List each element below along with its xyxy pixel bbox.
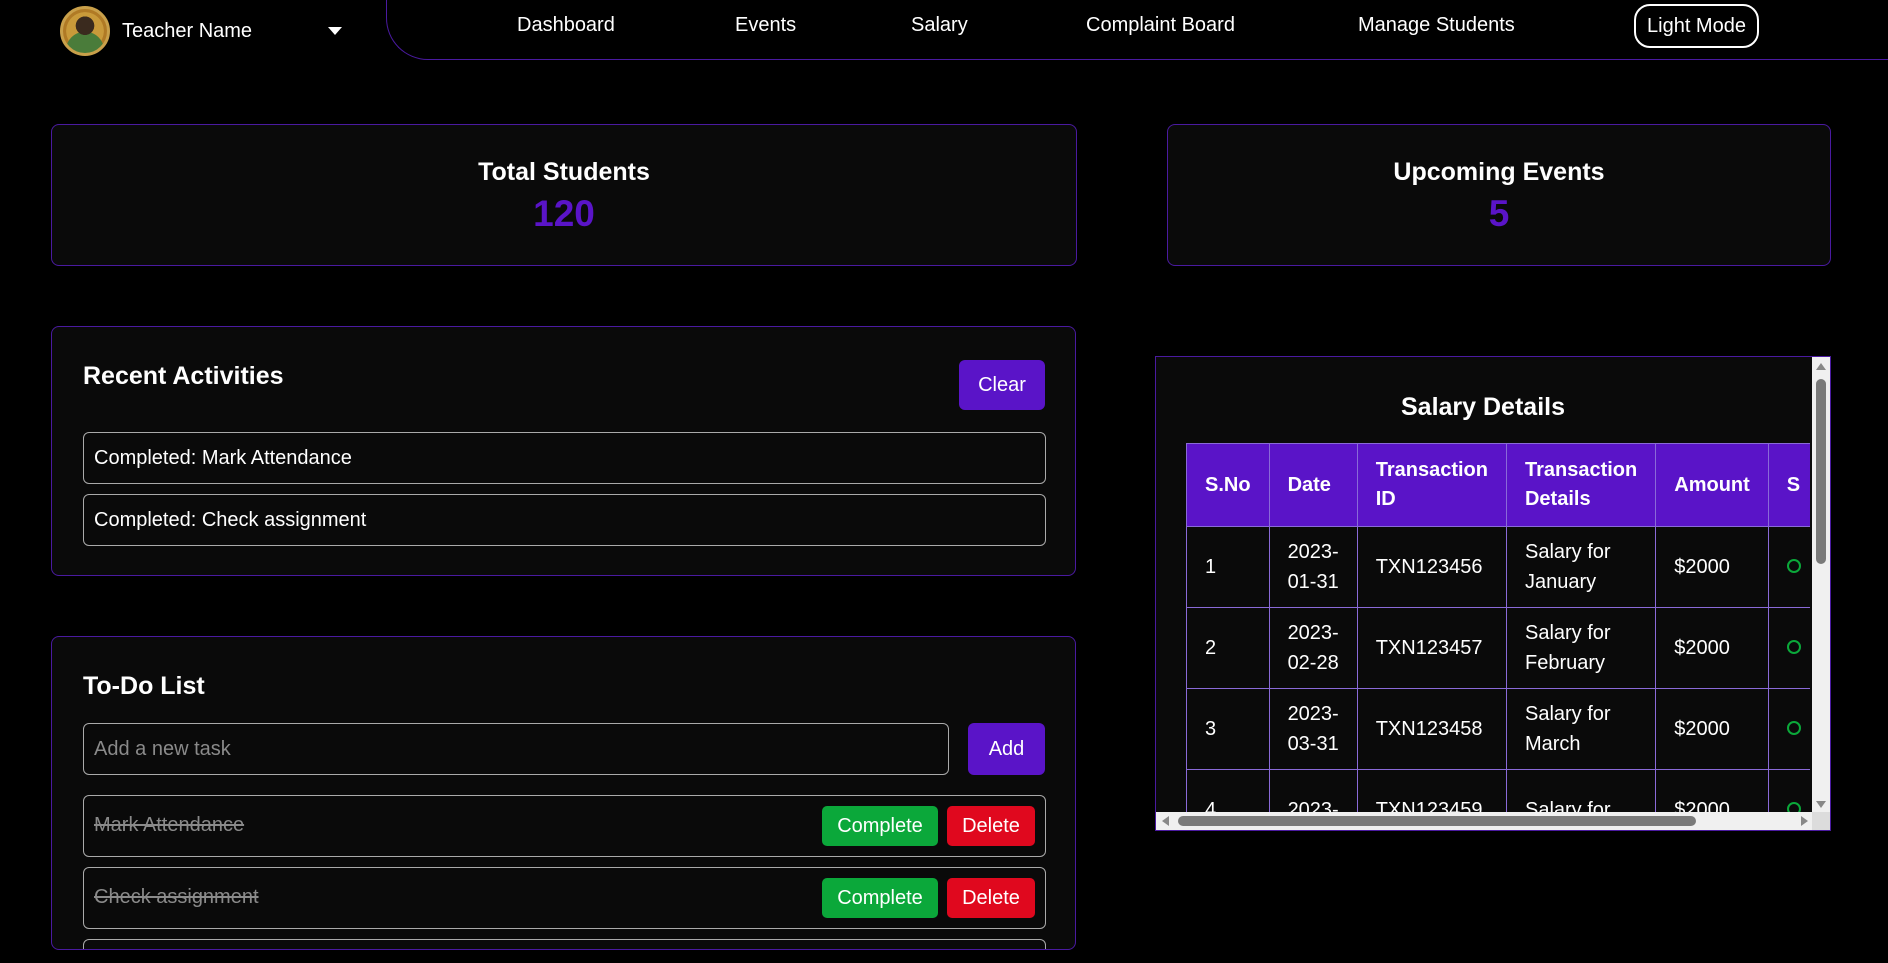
column-header-transaction-details: Transaction Details [1505,443,1657,527]
todo-card: To-Do List Add Mark Attendance Complete … [51,636,1076,950]
status-icon [1786,640,1801,654]
cell-amount: $2000 [1655,607,1769,689]
recent-activities-card: Recent Activities Clear Completed: Mark … [51,326,1076,576]
nav-complaint-board[interactable]: Complaint Board [1086,14,1235,37]
column-header-sno: S.No [1186,443,1270,527]
cell-sno: 3 [1186,688,1270,770]
table-row: 4 2023- TXN123459 Salary for $2000 [1186,769,1810,813]
nav-manage-students[interactable]: Manage Students [1358,14,1515,37]
avatar [60,6,110,56]
salary-table-viewport: S.No Date Transaction ID Transaction Det… [1186,443,1810,813]
cell-amount: $2000 [1655,526,1769,608]
cell-transaction-id: TXN123456 [1356,526,1507,608]
scrollbar-corner [1812,812,1830,830]
todo-item: Check assignment Complete Delete [83,867,1046,929]
cell-transaction-id: TXN123459 [1356,769,1507,813]
table-header-row: S.No Date Transaction ID Transaction Det… [1186,443,1810,527]
todo-item [83,939,1046,949]
salary-details-title: Salary Details [1401,393,1565,421]
total-students-value: 120 [533,193,595,234]
recent-activities-title: Recent Activities [83,362,284,390]
scroll-down-icon[interactable] [1816,801,1826,808]
table-row: 2 2023-02-28 TXN123457 Salary for Februa… [1186,607,1810,689]
table-row: 1 2023-01-31 TXN123456 Salary for Januar… [1186,526,1810,608]
column-header-date: Date [1268,443,1358,527]
cell-sno: 2 [1186,607,1270,689]
nav-salary[interactable]: Salary [911,14,968,37]
column-header-status: S [1767,443,1810,527]
cell-status [1767,769,1810,813]
upcoming-events-card: Upcoming Events 5 [1167,124,1831,266]
total-students-card: Total Students 120 [51,124,1077,266]
cell-transaction-details: Salary for [1505,769,1657,813]
table-row: 3 2023-03-31 TXN123458 Salary for March … [1186,688,1810,770]
activity-item: Completed: Check assignment [83,494,1046,546]
cell-transaction-id: TXN123458 [1356,688,1507,770]
salary-details-panel: Salary Details S.No Date Transaction ID … [1155,356,1831,831]
clear-button[interactable]: Clear [959,360,1045,410]
cell-transaction-details: Salary for March [1505,688,1657,770]
delete-button[interactable]: Delete [947,878,1035,918]
scroll-left-icon[interactable] [1162,816,1169,826]
todo-item-text: Mark Attendance [94,814,245,836]
cell-status [1767,526,1810,608]
cell-date: 2023- [1268,769,1358,813]
profile-menu[interactable]: Teacher Name [60,6,343,56]
cell-amount: $2000 [1655,769,1769,813]
top-nav: Dashboard Events Salary Complaint Board … [386,0,1888,60]
new-task-input[interactable] [83,723,949,775]
vertical-scrollbar[interactable] [1812,357,1830,814]
complete-button[interactable]: Complete [822,806,938,846]
add-task-button[interactable]: Add [968,723,1045,775]
profile-name: Teacher Name [122,19,253,42]
total-students-title: Total Students [478,158,650,186]
complete-button[interactable]: Complete [822,878,938,918]
light-mode-button[interactable]: Light Mode [1634,4,1759,48]
todo-item: Mark Attendance Complete Delete [83,795,1046,857]
delete-button[interactable]: Delete [947,806,1035,846]
column-header-transaction-id: Transaction ID [1356,443,1507,527]
upcoming-events-value: 5 [1488,193,1510,234]
scroll-right-icon[interactable] [1801,816,1808,826]
cell-date: 2023-02-28 [1268,607,1358,689]
salary-table: S.No Date Transaction ID Transaction Det… [1186,443,1810,813]
scroll-up-icon[interactable] [1816,363,1826,370]
upcoming-events-title: Upcoming Events [1393,158,1605,186]
chevron-down-icon[interactable] [328,27,343,35]
todo-title: To-Do List [83,672,205,700]
cell-transaction-details: Salary for February [1505,607,1657,689]
cell-status [1767,607,1810,689]
cell-amount: $2000 [1655,688,1769,770]
cell-date: 2023-01-31 [1268,526,1358,608]
cell-sno: 4 [1186,769,1270,813]
todo-item-text: Check assignment [94,886,259,908]
cell-transaction-id: TXN123457 [1356,607,1507,689]
cell-transaction-details: Salary for January [1505,526,1657,608]
status-icon [1786,721,1801,735]
activity-item: Completed: Mark Attendance [83,432,1046,484]
horizontal-scroll-thumb[interactable] [1178,816,1696,826]
cell-status [1767,688,1810,770]
status-icon [1786,559,1801,573]
cell-sno: 1 [1186,526,1270,608]
nav-events[interactable]: Events [735,14,796,37]
vertical-scroll-thumb[interactable] [1816,379,1826,564]
horizontal-scrollbar[interactable] [1156,812,1814,830]
column-header-amount: Amount [1655,443,1769,527]
nav-dashboard[interactable]: Dashboard [517,14,615,37]
cell-date: 2023-03-31 [1268,688,1358,770]
